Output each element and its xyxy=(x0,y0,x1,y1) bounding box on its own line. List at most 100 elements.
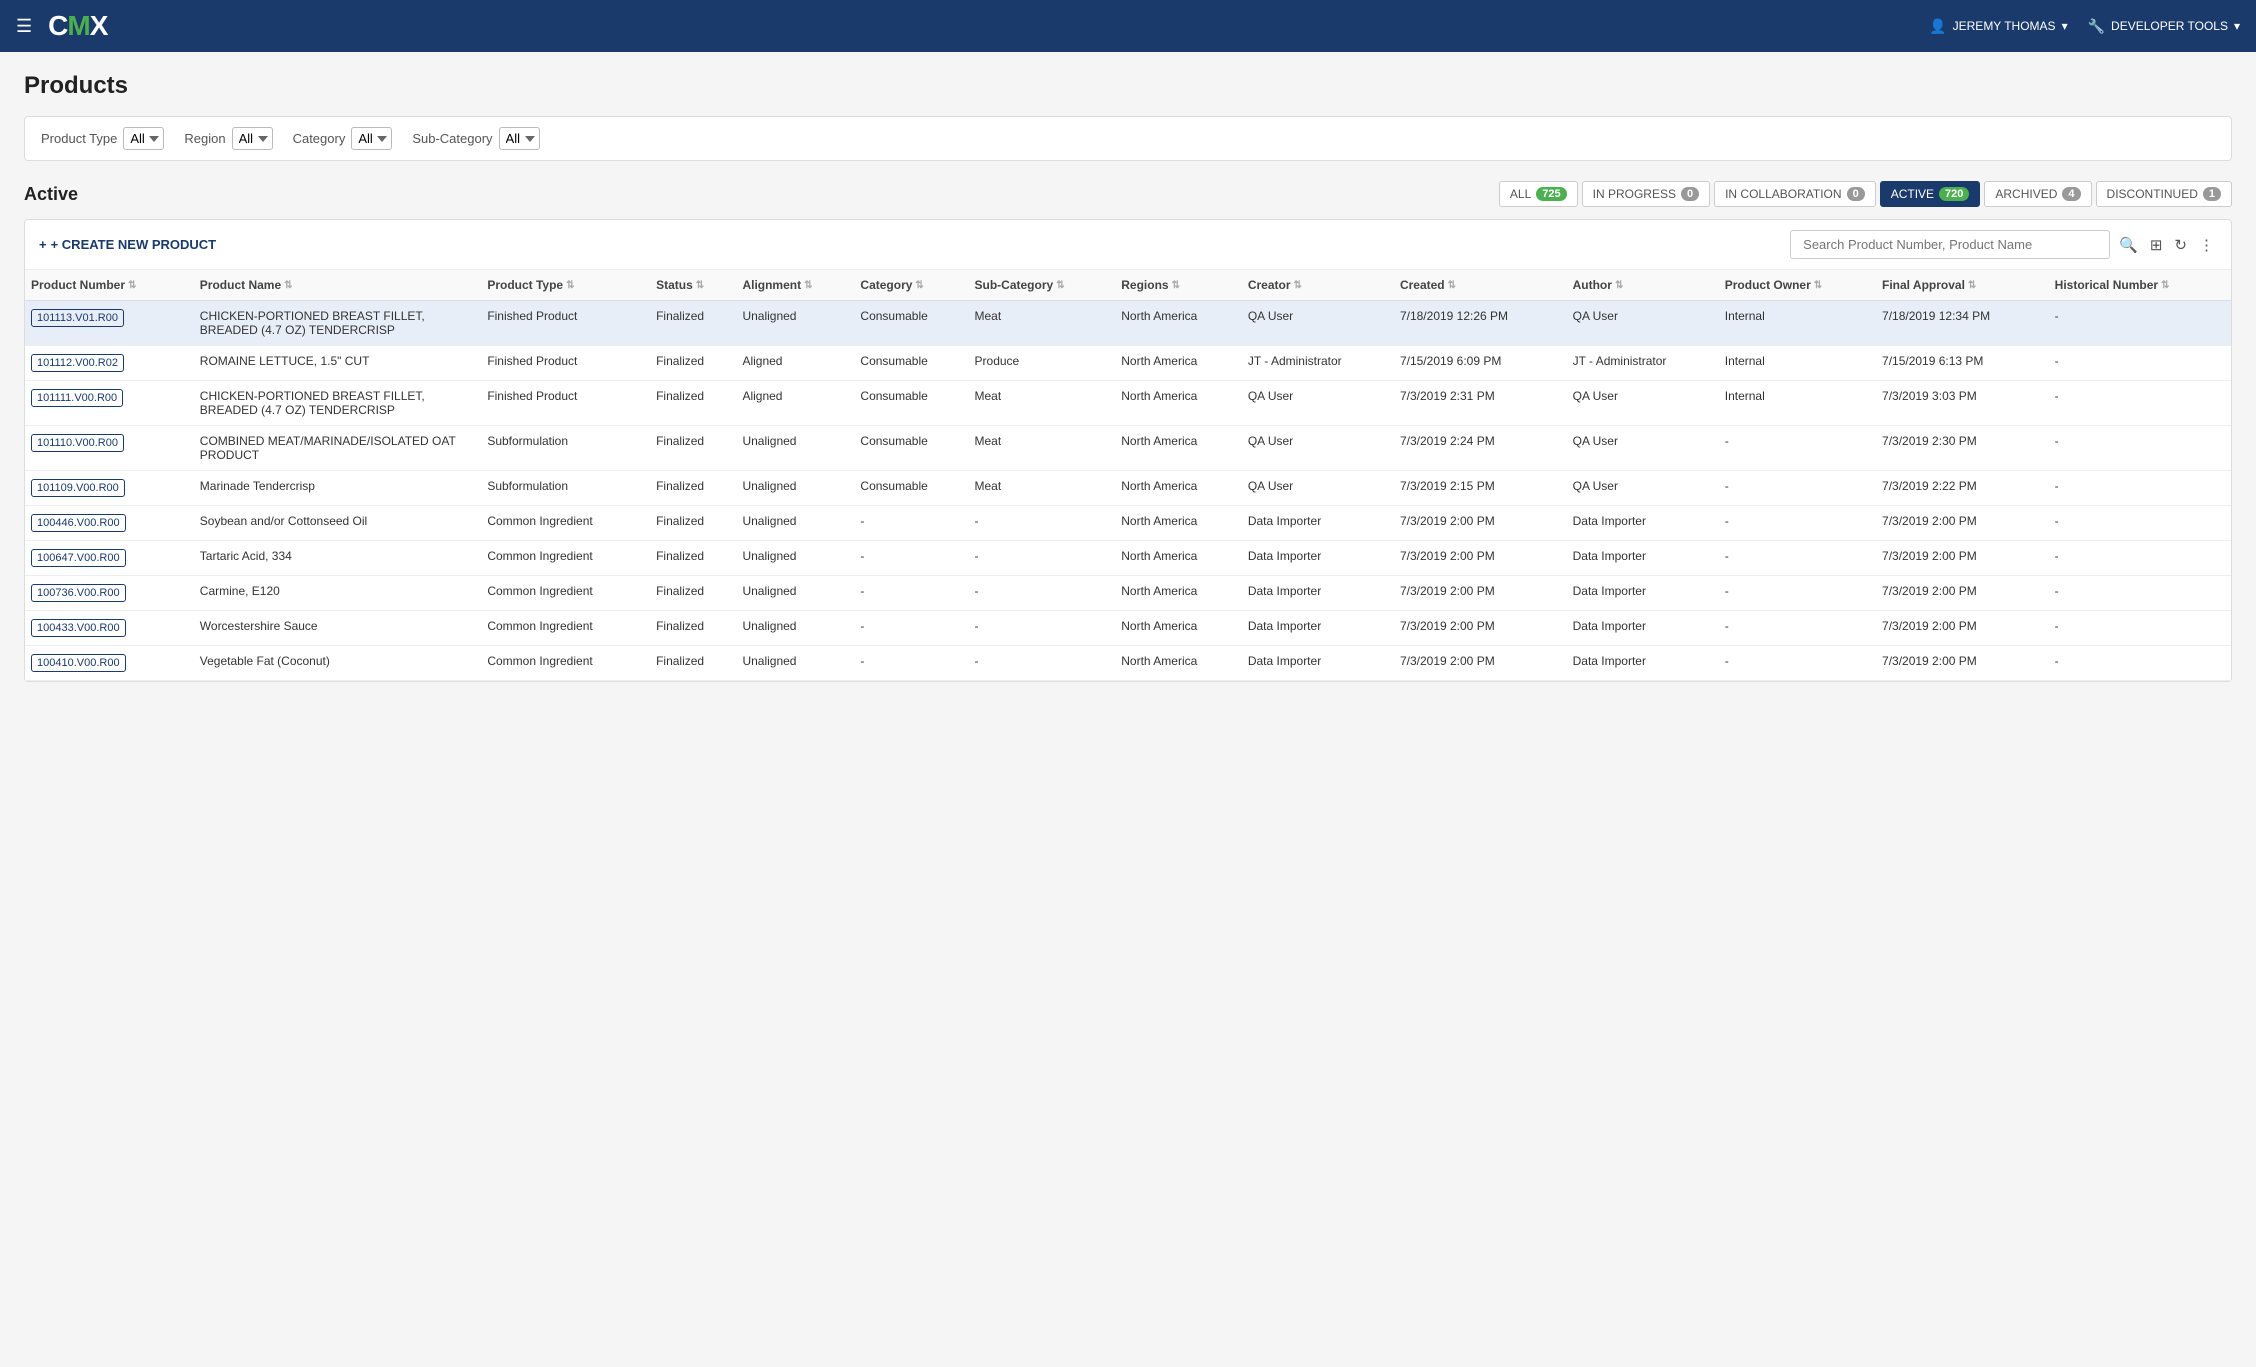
cell-regions: North America xyxy=(1115,646,1242,681)
table-row[interactable]: 101109.V00.R00 Marinade Tendercrisp Subf… xyxy=(25,471,2231,506)
product-type-select[interactable]: All xyxy=(123,127,164,150)
sort-sub-category-icon[interactable]: ⇅ xyxy=(1056,280,1064,291)
products-table: Product Number ⇅ Product Name ⇅ xyxy=(25,270,2231,681)
sort-product-owner-icon[interactable]: ⇅ xyxy=(1814,280,1822,291)
cell-final-approval: 7/3/2019 2:00 PM xyxy=(1876,576,2049,611)
cell-product-type: Common Ingredient xyxy=(481,541,650,576)
sort-alignment-icon[interactable]: ⇅ xyxy=(804,280,812,291)
hamburger-icon[interactable]: ☰ xyxy=(16,16,32,37)
cell-category: Consumable xyxy=(854,301,968,346)
sort-product-type-icon[interactable]: ⇅ xyxy=(566,280,574,291)
category-select[interactable]: All xyxy=(351,127,392,150)
tab-all[interactable]: ALL 725 xyxy=(1499,181,1578,207)
cell-status: Finalized xyxy=(650,471,736,506)
table-row[interactable]: 101113.V01.R00 CHICKEN-PORTIONED BREAST … xyxy=(25,301,2231,346)
devtools-chevron-icon: ▾ xyxy=(2234,19,2240,33)
tab-all-badge: 725 xyxy=(1536,187,1566,201)
create-label: + CREATE NEW PRODUCT xyxy=(51,237,217,252)
cell-alignment: Unaligned xyxy=(736,576,854,611)
sort-final-approval-icon[interactable]: ⇅ xyxy=(1968,280,1976,291)
subcategory-filter: Sub-Category All xyxy=(412,127,539,150)
col-alignment: Alignment ⇅ xyxy=(736,270,854,301)
sort-product-number-icon[interactable]: ⇅ xyxy=(128,280,136,291)
cell-created: 7/18/2019 12:26 PM xyxy=(1394,301,1567,346)
create-new-product-button[interactable]: + + CREATE NEW PRODUCT xyxy=(39,237,216,252)
tab-archived-label: ARCHIVED xyxy=(1995,187,2057,201)
category-label: Category xyxy=(293,131,346,146)
cell-product-type: Common Ingredient xyxy=(481,646,650,681)
col-created: Created ⇅ xyxy=(1394,270,1567,301)
cell-created: 7/3/2019 2:00 PM xyxy=(1394,646,1567,681)
cell-regions: North America xyxy=(1115,381,1242,426)
table-row[interactable]: 101112.V00.R02 ROMAINE LETTUCE, 1.5" CUT… xyxy=(25,346,2231,381)
cell-creator: QA User xyxy=(1242,301,1394,346)
cell-product-number: 101111.V00.R00 xyxy=(25,381,194,426)
table-row[interactable]: 100446.V00.R00 Soybean and/or Cottonseed… xyxy=(25,506,2231,541)
cell-final-approval: 7/15/2019 6:13 PM xyxy=(1876,346,2049,381)
cell-final-approval: 7/3/2019 3:03 PM xyxy=(1876,381,2049,426)
search-input[interactable] xyxy=(1790,230,2110,259)
tab-archived[interactable]: ARCHIVED 4 xyxy=(1984,181,2091,207)
table-row[interactable]: 101111.V00.R00 CHICKEN-PORTIONED BREAST … xyxy=(25,381,2231,426)
cell-alignment: Unaligned xyxy=(736,506,854,541)
developer-tools-menu[interactable]: 🔧 DEVELOPER TOOLS ▾ xyxy=(2088,18,2240,35)
cell-product-number: 101110.V00.R00 xyxy=(25,426,194,471)
subcategory-select[interactable]: All xyxy=(499,127,540,150)
table-row[interactable]: 101110.V00.R00 COMBINED MEAT/MARINADE/IS… xyxy=(25,426,2231,471)
cell-status: Finalized xyxy=(650,381,736,426)
sort-category-icon[interactable]: ⇅ xyxy=(915,280,923,291)
col-product-owner: Product Owner ⇅ xyxy=(1719,270,1876,301)
tab-group: ALL 725 IN PROGRESS 0 IN COLLABORATION 0… xyxy=(1499,181,2232,207)
table-row[interactable]: 100433.V00.R00 Worcestershire Sauce Comm… xyxy=(25,611,2231,646)
table-row[interactable]: 100647.V00.R00 Tartaric Acid, 334 Common… xyxy=(25,541,2231,576)
tab-active[interactable]: ACTIVE 720 xyxy=(1880,181,1981,207)
col-historical-number: Historical Number ⇅ xyxy=(2049,270,2231,301)
tab-in-progress[interactable]: IN PROGRESS 0 xyxy=(1582,181,1710,207)
table-toolbar: + + CREATE NEW PRODUCT 🔍 ⊞ ↻ ⋮ xyxy=(25,220,2231,270)
cell-final-approval: 7/3/2019 2:00 PM xyxy=(1876,541,2049,576)
cell-sub-category: - xyxy=(969,576,1116,611)
cell-creator: JT - Administrator xyxy=(1242,346,1394,381)
sort-creator-icon[interactable]: ⇅ xyxy=(1294,280,1302,291)
filter-icon[interactable]: ⊞ xyxy=(2147,233,2166,257)
cell-final-approval: 7/3/2019 2:22 PM xyxy=(1876,471,2049,506)
cell-author: QA User xyxy=(1567,301,1719,346)
table-scroll: Product Number ⇅ Product Name ⇅ xyxy=(25,270,2231,681)
logo-c: C xyxy=(48,10,67,42)
section-title: Active xyxy=(24,184,78,205)
cell-product-owner: - xyxy=(1719,471,1876,506)
cell-final-approval: 7/3/2019 2:00 PM xyxy=(1876,646,2049,681)
product-type-filter: Product Type All xyxy=(41,127,164,150)
sort-author-icon[interactable]: ⇅ xyxy=(1615,280,1623,291)
sort-created-icon[interactable]: ⇅ xyxy=(1448,280,1456,291)
filter-bar: Product Type All Region All Category All… xyxy=(24,116,2232,161)
table-row[interactable]: 100410.V00.R00 Vegetable Fat (Coconut) C… xyxy=(25,646,2231,681)
sort-regions-icon[interactable]: ⇅ xyxy=(1172,280,1180,291)
col-regions: Regions ⇅ xyxy=(1115,270,1242,301)
create-icon: + xyxy=(39,237,47,252)
table-row[interactable]: 100736.V00.R00 Carmine, E120 Common Ingr… xyxy=(25,576,2231,611)
sort-product-name-icon[interactable]: ⇅ xyxy=(284,280,292,291)
user-menu[interactable]: 👤 JEREMY THOMAS ▾ xyxy=(1929,18,2067,35)
category-filter: Category All xyxy=(293,127,393,150)
col-product-name: Product Name ⇅ xyxy=(194,270,482,301)
sort-historical-number-icon[interactable]: ⇅ xyxy=(2161,280,2169,291)
cell-product-type: Common Ingredient xyxy=(481,506,650,541)
tab-discontinued[interactable]: DISCONTINUED 1 xyxy=(2096,181,2232,207)
tab-in-collaboration[interactable]: IN COLLABORATION 0 xyxy=(1714,181,1876,207)
sort-status-icon[interactable]: ⇅ xyxy=(696,280,704,291)
region-filter: Region All xyxy=(184,127,272,150)
cell-product-owner: - xyxy=(1719,611,1876,646)
cell-product-type: Subformulation xyxy=(481,426,650,471)
region-select[interactable]: All xyxy=(232,127,273,150)
more-options-icon[interactable]: ⋮ xyxy=(2196,233,2217,257)
products-table-container: + + CREATE NEW PRODUCT 🔍 ⊞ ↻ ⋮ Product N… xyxy=(24,219,2232,682)
cell-alignment: Unaligned xyxy=(736,541,854,576)
search-icon[interactable]: 🔍 xyxy=(2116,233,2141,257)
refresh-icon[interactable]: ↻ xyxy=(2171,233,2190,257)
cell-product-name: Vegetable Fat (Coconut) xyxy=(194,646,482,681)
cell-status: Finalized xyxy=(650,541,736,576)
cell-sub-category: - xyxy=(969,611,1116,646)
cell-creator: Data Importer xyxy=(1242,646,1394,681)
cell-final-approval: 7/3/2019 2:00 PM xyxy=(1876,506,2049,541)
